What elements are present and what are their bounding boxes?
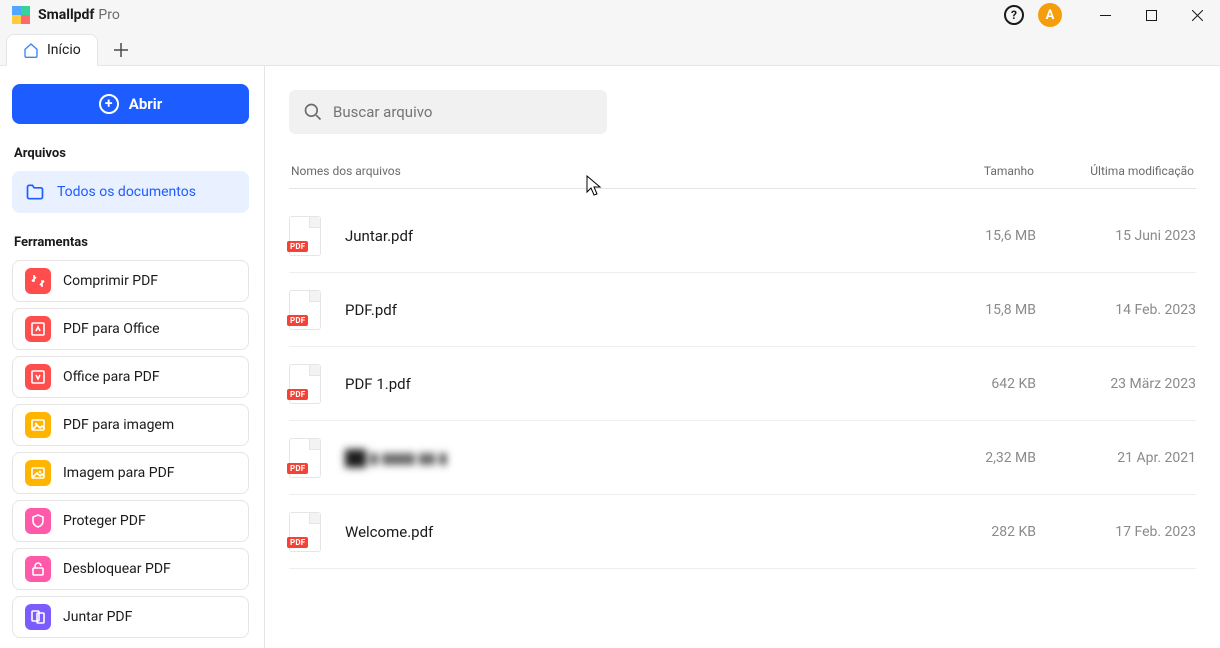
window-close-button[interactable]: [1174, 0, 1220, 30]
to-office-icon: [25, 316, 51, 342]
new-tab-button[interactable]: [106, 35, 136, 65]
file-size: 2,32 MB: [916, 450, 1036, 466]
tool-label: Comprimir PDF: [63, 273, 158, 289]
minimize-icon: [1100, 10, 1111, 21]
compress-icon: [25, 268, 51, 294]
file-date: 21 Apr. 2021: [1036, 450, 1196, 466]
column-date[interactable]: Última modificação: [1034, 164, 1194, 178]
main-content: Nomes dos arquivos Tamanho Última modifi…: [265, 66, 1220, 648]
table-row[interactable]: PDF Welcome.pdf282 KB17 Feb. 2023: [289, 495, 1196, 569]
window-minimize-button[interactable]: [1082, 0, 1128, 30]
column-size[interactable]: Tamanho: [914, 164, 1034, 178]
file-size: 642 KB: [916, 376, 1036, 392]
table-header: Nomes dos arquivos Tamanho Última modifi…: [289, 164, 1196, 189]
tabstrip: Início: [0, 30, 1220, 66]
from-office-icon: [25, 364, 51, 390]
sidebar: + Abrir Arquivos Todos os documentos Fer…: [0, 66, 265, 648]
app-logo-icon: [12, 6, 30, 24]
plus-circle-icon: +: [99, 94, 119, 114]
tool-label: Office para PDF: [63, 369, 160, 385]
open-button[interactable]: + Abrir: [12, 84, 249, 124]
file-name: Juntar.pdf: [345, 227, 916, 245]
table-row[interactable]: PDF ██ ▮ ▮▮▮▮ ▮▮ ▮2,32 MB21 Apr. 2021: [289, 421, 1196, 495]
file-name: PDF 1.pdf: [345, 375, 916, 393]
table-row[interactable]: PDF PDF 1.pdf642 KB23 März 2023: [289, 347, 1196, 421]
close-icon: [1192, 10, 1203, 21]
plus-icon: [114, 43, 128, 57]
tool-item[interactable]: Desbloquear PDF: [12, 548, 249, 590]
section-files-label: Arquivos: [14, 146, 252, 161]
tool-label: Desbloquear PDF: [63, 561, 171, 577]
shield-icon: [25, 508, 51, 534]
search-box[interactable]: [289, 90, 607, 134]
to-image-icon: [25, 412, 51, 438]
file-size: 15,8 MB: [916, 302, 1036, 318]
file-size: 282 KB: [916, 524, 1036, 540]
table-row[interactable]: PDF PDF.pdf15,8 MB14 Feb. 2023: [289, 273, 1196, 347]
tool-item[interactable]: Comprimir PDF: [12, 260, 249, 302]
titlebar-right: ? A: [1004, 0, 1220, 30]
file-date: 17 Feb. 2023: [1036, 524, 1196, 540]
tool-label: PDF para imagem: [63, 417, 174, 433]
app-edition: Pro: [98, 7, 119, 23]
tool-label: PDF para Office: [63, 321, 160, 337]
tab-home[interactable]: Início: [6, 34, 98, 66]
sidebar-item-label: Todos os documentos: [57, 184, 196, 200]
from-image-icon: [25, 460, 51, 486]
pdf-file-icon: PDF: [289, 290, 321, 330]
merge-icon: [25, 604, 51, 630]
column-name[interactable]: Nomes dos arquivos: [291, 164, 914, 178]
pdf-file-icon: PDF: [289, 512, 321, 552]
titlebar-left: Smallpdf Pro: [12, 6, 120, 24]
pdf-file-icon: PDF: [289, 438, 321, 478]
pdf-file-icon: PDF: [289, 216, 321, 256]
app-name: Smallpdf: [38, 7, 94, 23]
window-maximize-button[interactable]: [1128, 0, 1174, 30]
maximize-icon: [1146, 10, 1157, 21]
tool-label: Juntar PDF: [63, 609, 132, 625]
avatar[interactable]: A: [1038, 3, 1062, 27]
tool-item[interactable]: Proteger PDF: [12, 500, 249, 542]
pdf-file-icon: PDF: [289, 364, 321, 404]
tool-item[interactable]: Office para PDF: [12, 356, 249, 398]
open-button-label: Abrir: [129, 95, 162, 113]
file-date: 15 Juni 2023: [1036, 228, 1196, 244]
file-date: 23 März 2023: [1036, 376, 1196, 392]
search-input[interactable]: [333, 103, 593, 121]
unlock-icon: [25, 556, 51, 582]
file-size: 15,6 MB: [916, 228, 1036, 244]
section-tools-label: Ferramentas: [14, 235, 252, 250]
tool-item[interactable]: PDF para Office: [12, 308, 249, 350]
folder-icon: [25, 182, 45, 202]
tab-label: Início: [47, 42, 81, 58]
tool-label: Proteger PDF: [63, 513, 146, 529]
titlebar: Smallpdf Pro ? A: [0, 0, 1220, 30]
tool-item[interactable]: Imagem para PDF: [12, 452, 249, 494]
tool-item[interactable]: PDF para imagem: [12, 404, 249, 446]
file-date: 14 Feb. 2023: [1036, 302, 1196, 318]
home-icon: [23, 42, 39, 58]
tool-item[interactable]: Juntar PDF: [12, 596, 249, 638]
sidebar-item-all-documents[interactable]: Todos os documentos: [12, 171, 249, 213]
table-row[interactable]: PDF Juntar.pdf15,6 MB15 Juni 2023: [289, 199, 1196, 273]
help-icon[interactable]: ?: [1004, 5, 1024, 25]
search-icon: [303, 102, 323, 122]
tool-label: Imagem para PDF: [63, 465, 175, 481]
file-name: ██ ▮ ▮▮▮▮ ▮▮ ▮: [345, 449, 916, 467]
file-name: Welcome.pdf: [345, 523, 916, 541]
file-name: PDF.pdf: [345, 301, 916, 319]
